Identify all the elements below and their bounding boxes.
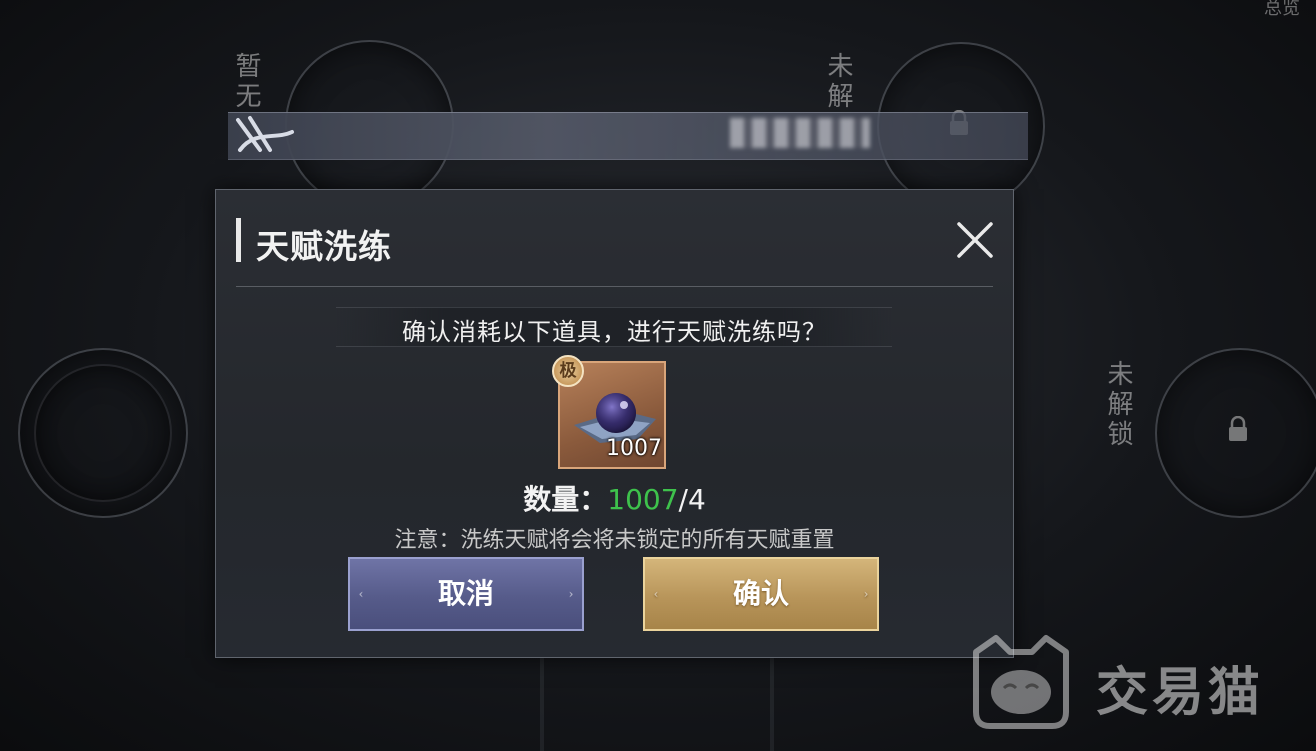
quantity-need: /4 <box>678 483 706 516</box>
top-right-corner-text[interactable]: 总览 <box>1264 0 1300 20</box>
talent-refine-dialog: 天赋洗练 确认消耗以下道具，进行天赋洗练吗？ 极 1007 数量：1007/4 … <box>215 189 1014 658</box>
quantity-have: 1007 <box>607 483 679 516</box>
right-ornament-icon: › <box>863 587 869 601</box>
left-ornament-icon: ‹ <box>653 587 659 601</box>
right-ornament-icon: › <box>568 587 574 601</box>
player-info-bar <box>228 112 1028 160</box>
sect-emblem-icon <box>236 116 294 152</box>
title-divider <box>236 286 993 287</box>
watermark-text: 交易猫 <box>1096 663 1265 723</box>
top-left-vertical-label: 暂无 <box>231 52 261 112</box>
confirm-button[interactable]: ‹ 确认 › <box>643 557 879 631</box>
confirm-button-label: 确认 <box>732 577 789 610</box>
close-icon[interactable] <box>955 220 995 260</box>
confirm-question: 确认消耗以下道具，进行天赋洗练吗？ <box>402 318 827 346</box>
quantity-label: 数量： <box>523 483 608 516</box>
top-right-vertical-label: 未解 <box>823 52 853 112</box>
warning-note: 注意：洗练天赋将会将未锁定的所有天赋重置 <box>394 528 835 553</box>
left-ornament-icon: ‹ <box>358 587 364 601</box>
cat-logo-icon <box>973 635 1069 729</box>
grade-badge: 极 <box>552 355 584 387</box>
item-count: 1007 <box>606 436 662 461</box>
lock-icon <box>1229 416 1247 441</box>
title-accent-bar <box>236 218 241 262</box>
blurred-player-name <box>730 118 870 148</box>
quantity-line: 数量：1007/4 <box>216 478 1013 518</box>
dialog-title: 天赋洗练 <box>256 227 392 266</box>
cancel-button-label: 取消 <box>437 577 494 610</box>
cancel-button[interactable]: ‹ 取消 › <box>348 557 584 631</box>
right-vertical-label: 未解锁 <box>1103 360 1133 450</box>
talent-slot-ring-left-inner <box>34 364 172 502</box>
